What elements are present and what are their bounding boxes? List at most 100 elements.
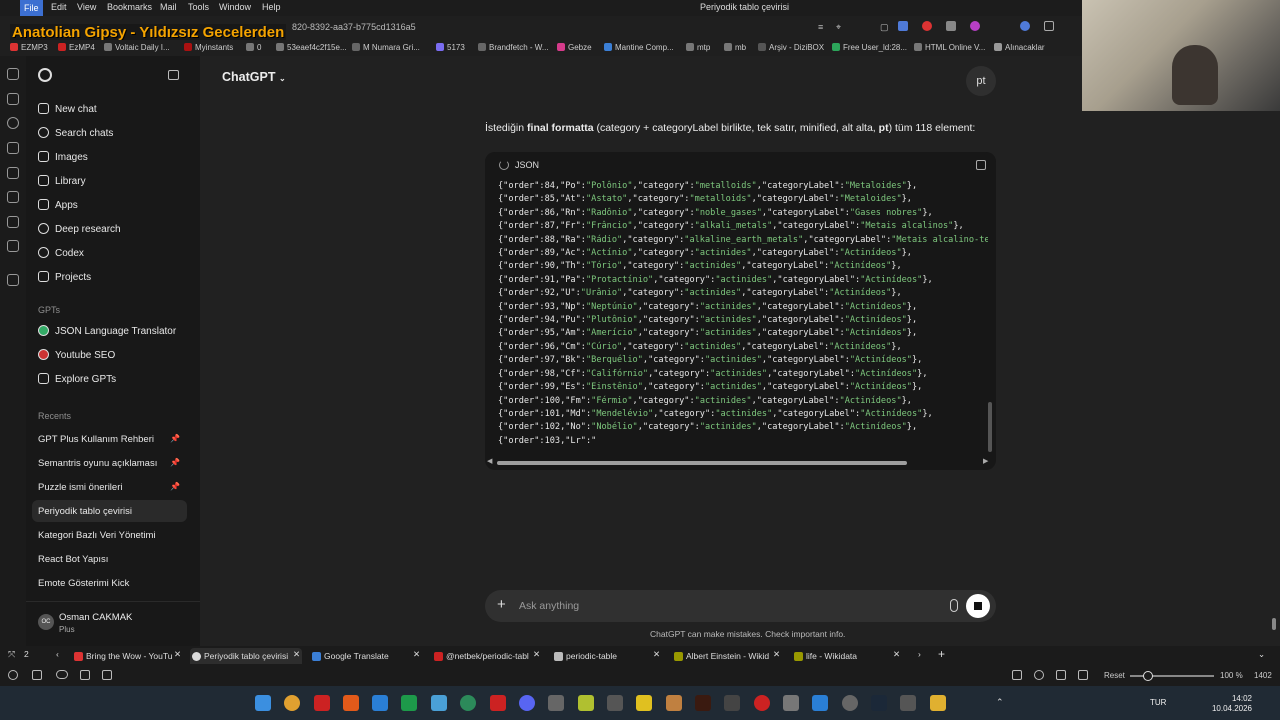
sidebar-toggle-icon[interactable]: [168, 70, 179, 80]
code-horizontal-scrollbar[interactable]: ◀ ▶: [487, 457, 988, 466]
discord-icon[interactable]: [519, 695, 535, 711]
capture-icon[interactable]: [1012, 670, 1022, 680]
browser-tab[interactable]: Google Translate: [310, 648, 422, 664]
notes-panel-icon[interactable]: [7, 142, 19, 154]
workspace-count[interactable]: 2: [24, 649, 29, 659]
chevron-down-icon[interactable]: ⌄: [1258, 649, 1265, 660]
illustrator-icon[interactable]: [695, 695, 711, 711]
menu-bookmarks[interactable]: Bookmarks: [107, 2, 152, 12]
deep-research-link[interactable]: Deep research: [38, 220, 121, 240]
bookmark-folder[interactable]: Alınacaklar: [994, 43, 1045, 52]
extension-icon[interactable]: [898, 21, 908, 31]
translate-icon[interactable]: ⌖: [836, 22, 841, 33]
app-icon[interactable]: [754, 695, 770, 711]
page-actions-icon[interactable]: [1078, 670, 1088, 680]
sync-icon[interactable]: [8, 670, 18, 680]
bookmark-item[interactable]: Arşiv - DiziBOX: [758, 43, 824, 52]
code-vertical-scrollbar[interactable]: [988, 402, 992, 452]
terminal-icon[interactable]: [401, 695, 417, 711]
reading-list-icon[interactable]: [7, 191, 19, 203]
zoom-slider-handle[interactable]: [1143, 671, 1153, 681]
gpt-item[interactable]: Youtube SEO: [38, 346, 115, 366]
recent-chat-item-active[interactable]: Periyodik tablo çevirisi: [38, 506, 132, 517]
recent-chat-item[interactable]: Emote Gösterimi Kick: [38, 578, 129, 589]
zoom-reset-button[interactable]: Reset: [1104, 671, 1125, 680]
bookmark-item[interactable]: Mantine Comp...: [604, 43, 674, 52]
bookmark-item[interactable]: 5173: [436, 43, 465, 52]
bookmark-item[interactable]: Voltaic Daily I...: [104, 43, 170, 52]
bookmark-item[interactable]: Gebze: [557, 43, 592, 52]
steam-icon[interactable]: [871, 695, 887, 711]
microphone-icon[interactable]: [950, 599, 958, 612]
bookmark-item[interactable]: Free User_ld:28...: [832, 43, 907, 52]
menu-edit[interactable]: Edit: [51, 2, 67, 12]
app-icon[interactable]: [607, 695, 623, 711]
system-clock[interactable]: 14:02 10.04.2026: [1212, 694, 1252, 714]
prompt-input[interactable]: Ask anything: [519, 600, 579, 612]
recent-chat-item[interactable]: Semantris oyunu açıklaması: [38, 458, 157, 469]
search-chats-button[interactable]: Search chats: [38, 124, 113, 144]
images-link[interactable]: Images: [38, 148, 88, 168]
close-tab-icon[interactable]: ✕: [174, 649, 181, 660]
gpt-item[interactable]: JSON Language Translator: [38, 322, 176, 342]
page-scrollbar-thumb[interactable]: [1272, 618, 1276, 630]
input-language[interactable]: TUR: [1150, 698, 1166, 707]
start-icon[interactable]: [255, 695, 271, 711]
bookmark-item[interactable]: Brandfetch - W...: [478, 43, 549, 52]
calendar-panel-icon[interactable]: [7, 240, 19, 252]
add-attachment-icon[interactable]: +: [497, 596, 506, 613]
explorer-icon[interactable]: [783, 695, 799, 711]
browser-tab[interactable]: @netbek/periodic-tabl: [432, 648, 544, 664]
tab-scroll-left-icon[interactable]: ‹: [56, 649, 59, 659]
downloads-panel-icon[interactable]: [7, 93, 19, 105]
app-icon[interactable]: [548, 695, 564, 711]
browser-tab[interactable]: life - Wikidata: [792, 648, 904, 664]
app-icon[interactable]: [431, 695, 447, 711]
bookmark-item[interactable]: mb: [724, 43, 746, 52]
address-url[interactable]: 820-8392-aa37-b775cd1316a5: [292, 22, 416, 32]
app-icon[interactable]: [460, 695, 476, 711]
image-toggle-icon[interactable]: [1056, 670, 1066, 680]
menu-help[interactable]: Help: [262, 2, 281, 12]
panel-toggle-icon[interactable]: [32, 670, 42, 680]
projects-link[interactable]: Projects: [38, 268, 91, 288]
history-panel-icon[interactable]: [7, 117, 19, 129]
close-tab-icon[interactable]: ✕: [293, 649, 300, 660]
menu-mail[interactable]: Mail: [160, 2, 177, 12]
extension-icon[interactable]: [922, 21, 932, 31]
extension-icon[interactable]: [970, 21, 980, 31]
new-tab-icon[interactable]: +: [938, 647, 945, 661]
tiling-icon[interactable]: [1034, 670, 1044, 680]
app-icon[interactable]: [900, 695, 916, 711]
image-toggle-icon[interactable]: [80, 670, 90, 680]
avatar[interactable]: OC: [38, 614, 54, 630]
chrome-icon[interactable]: [284, 695, 300, 711]
browser-tab[interactable]: periodic-table: [552, 648, 664, 664]
menu-tools[interactable]: Tools: [188, 2, 209, 12]
bookmark-item[interactable]: M Numara Gri...: [352, 43, 420, 52]
library-link[interactable]: Library: [38, 172, 86, 192]
bookmark-item[interactable]: EZMP3: [10, 43, 48, 52]
user-name[interactable]: Osman CAKMAK: [59, 612, 132, 623]
explore-gpts-link[interactable]: Explore GPTs: [38, 370, 116, 390]
app-icon[interactable]: [724, 695, 740, 711]
vivaldi-icon[interactable]: [314, 695, 330, 711]
browser-tab[interactable]: Bring the Wow - YouTu: [72, 648, 184, 664]
app-icon[interactable]: [842, 695, 858, 711]
shield-icon[interactable]: [946, 21, 956, 31]
browser-tab-active[interactable]: Periyodik tablo çevirisi: [190, 648, 302, 664]
bookmark-item[interactable]: EzMP4: [58, 43, 95, 52]
add-panel-icon[interactable]: [7, 274, 19, 286]
recent-chat-item[interactable]: Puzzle ismi önerileri: [38, 482, 122, 493]
scrollbar-thumb[interactable]: [497, 461, 907, 465]
filezilla-icon[interactable]: [490, 695, 506, 711]
app-icon[interactable]: [812, 695, 828, 711]
new-chat-button[interactable]: New chat: [38, 100, 97, 120]
menu-view[interactable]: View: [77, 2, 96, 12]
window-panel-icon[interactable]: [7, 167, 19, 179]
app-icon[interactable]: [636, 695, 652, 711]
scroll-right-icon[interactable]: ▶: [983, 457, 988, 465]
mail-panel-icon[interactable]: [7, 216, 19, 228]
bookmark-item[interactable]: mtp: [686, 43, 710, 52]
bookmark-icon[interactable]: ▢: [880, 22, 889, 33]
